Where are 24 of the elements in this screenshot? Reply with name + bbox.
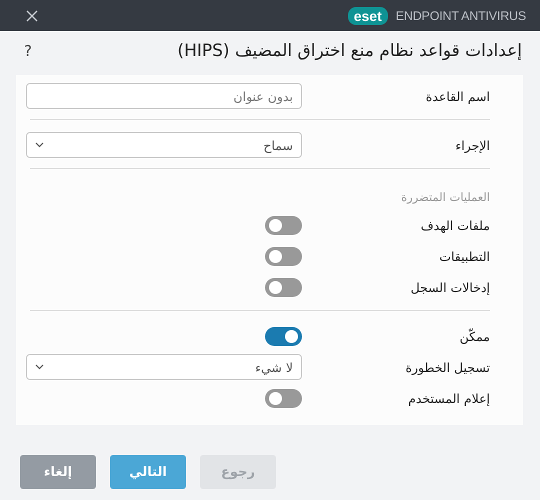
toggle-label: التطبيقات — [438, 248, 490, 264]
logo-badge: eset — [348, 6, 388, 24]
toggle-label: ممكّن — [458, 328, 490, 344]
field-label: الإجراء — [454, 138, 490, 152]
dropdown[interactable]: لا شيء — [26, 354, 302, 380]
toggle-switch[interactable] — [265, 388, 302, 408]
dropdown[interactable]: سماح — [26, 132, 302, 158]
field-label: تسجيل الخطورة — [404, 360, 490, 374]
field-label: اسم القاعدة — [424, 88, 490, 104]
chevron-down-icon — [35, 142, 44, 148]
input-field[interactable]: بدون عنوان — [26, 83, 302, 109]
close-icon[interactable] — [26, 10, 38, 22]
product-name: ENDPOINT ANTIVIRUS — [396, 8, 526, 22]
toggle-switch[interactable] — [265, 246, 302, 266]
chevron-down-icon — [35, 364, 44, 370]
section-heading: العمليات المتضررة — [400, 189, 490, 204]
toggle-switch[interactable] — [265, 278, 302, 296]
toggle-switch[interactable] — [265, 216, 302, 234]
dialog-title: إعدادات قواعد نظام منع اختراق المضيف (HIPS) — [177, 41, 522, 61]
toggle-label: إعلام المستخدم — [407, 390, 490, 406]
help-link[interactable]: ? — [24, 42, 32, 60]
toggle-switch[interactable] — [265, 326, 302, 346]
toggle-label: ملفات الهدف — [420, 218, 490, 232]
toggle-label: إدخالات السجل — [410, 280, 490, 294]
